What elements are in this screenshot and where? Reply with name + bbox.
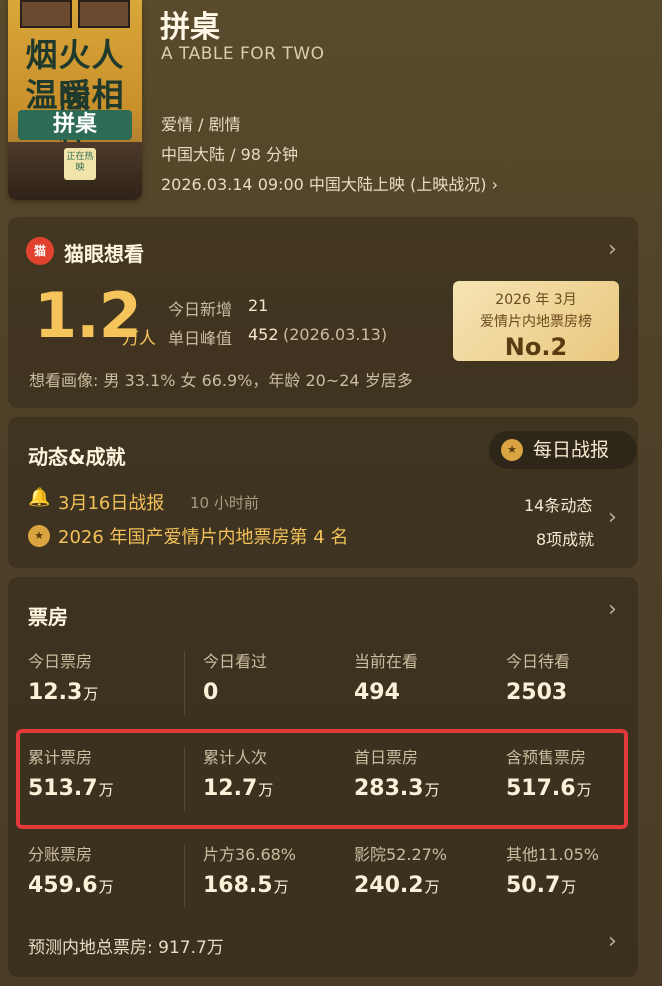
achievement-medal-icon: ★	[28, 525, 50, 547]
total-box-office-label: 累计票房	[28, 748, 93, 767]
column-divider	[184, 747, 185, 811]
first-day-box-office-value: 283.3万	[354, 776, 440, 801]
today-to-watch-value: 2503	[506, 680, 568, 705]
today-box-office-value: 12.3万	[28, 680, 99, 705]
movie-genres: 爱情 / 剧情	[161, 115, 241, 134]
poster-title-sign: 拼桌	[18, 110, 132, 140]
now-watching-label: 当前在看	[354, 652, 419, 671]
today-to-watch-label: 今日待看	[506, 652, 571, 671]
daily-report-item[interactable]: 3月16日战报	[58, 489, 164, 515]
today-watched-label: 今日看过	[203, 652, 268, 671]
movie-region-duration: 中国大陆 / 98 分钟	[161, 145, 299, 164]
movie-english-title: A TABLE FOR TWO	[161, 44, 325, 64]
daily-report-time: 10 小时前	[190, 494, 259, 512]
peak-label: 单日峰值	[168, 329, 233, 348]
now-watching-value: 494	[354, 680, 400, 705]
daily-report-label: 每日战报	[533, 439, 610, 461]
poster-thumbnail	[78, 0, 130, 28]
poster-tag: 正在热映	[64, 148, 96, 180]
chevron-right-icon[interactable]: ›	[608, 505, 617, 530]
split-box-office-label: 分账票房	[28, 845, 93, 864]
want-to-watch-card[interactable]: 猫 猫眼想看 › 1.2 万人 今日新增 21 单日峰值 452 (2026.0…	[8, 217, 638, 408]
cinema-share-value: 240.2万	[354, 873, 440, 898]
presale-box-office-value: 517.6万	[506, 776, 592, 801]
poster-thumbnail	[20, 0, 72, 28]
maoyan-cat-icon: 猫	[26, 237, 54, 265]
bell-icon: 🔔	[28, 487, 51, 508]
dynamics-count: 14条动态	[524, 496, 593, 515]
movie-poster[interactable]: 烟火人间 温暖相伴 拼桌 正在热映	[8, 0, 142, 200]
box-office-card[interactable]: 票房 › 今日票房 12.3万 今日看过 0 当前在看 494 今日待看 250…	[8, 577, 638, 977]
movie-release-link[interactable]: 2026.03.14 09:00 中国大陆上映 (上映战况) ›	[161, 171, 498, 195]
movie-title: 拼桌	[160, 10, 220, 45]
medal-icon: ★	[501, 439, 523, 461]
total-admissions-value: 12.7万	[203, 776, 274, 801]
forecast-total-box-office[interactable]: 预测内地总票房: 917.7万	[28, 933, 224, 958]
today-box-office-label: 今日票房	[28, 652, 93, 671]
other-share-value: 50.7万	[506, 873, 577, 898]
split-box-office-value: 459.6万	[28, 873, 114, 898]
achievements-count: 8项成就	[536, 530, 595, 549]
daily-report-button[interactable]: ★ 每日战报	[489, 431, 637, 469]
chevron-right-icon[interactable]: ›	[608, 597, 617, 622]
poster-thumbnails	[20, 0, 130, 28]
want-count-unit: 万人	[122, 329, 156, 349]
chevron-right-icon[interactable]: ›	[608, 237, 617, 262]
producer-share-value: 168.5万	[203, 873, 289, 898]
first-day-box-office-label: 首日票房	[354, 748, 419, 767]
rank-badge-period: 2026 年 3月	[495, 292, 577, 308]
dynamics-title: 动态&成就	[28, 445, 126, 469]
chevron-right-icon[interactable]: ›	[608, 929, 617, 954]
movie-release-text: 2026.03.14 09:00 中国大陆上映 (上映战况)	[161, 175, 487, 194]
today-new-value: 21	[248, 296, 269, 315]
rank-badge-category: 爱情片内地票房榜	[480, 314, 592, 330]
today-watched-value: 0	[203, 680, 219, 705]
total-box-office-value: 513.7万	[28, 776, 114, 801]
column-divider	[184, 651, 185, 715]
cinema-share-label: 影院52.27%	[354, 845, 448, 864]
rank-badge-value: No.2	[504, 333, 568, 361]
rank-badge[interactable]: 2026 年 3月 爱情片内地票房榜 No.2	[453, 281, 619, 361]
total-admissions-label: 累计人次	[203, 748, 268, 767]
peak-date: (2026.03.13)	[283, 325, 388, 344]
want-card-title: 猫眼想看	[64, 242, 144, 266]
achievement-item[interactable]: 2026 年国产爱情片内地票房第 4 名	[58, 523, 348, 549]
box-office-title: 票房	[28, 605, 68, 629]
other-share-label: 其他11.05%	[506, 845, 600, 864]
producer-share-label: 片方36.68%	[203, 845, 297, 864]
audience-portrait: 想看画像: 男 33.1% 女 66.9%，年龄 20~24 岁居多	[29, 371, 413, 390]
today-new-label: 今日新增	[168, 300, 233, 319]
dynamics-card[interactable]: 动态&成就 ★ 每日战报 🔔 3月16日战报 10 小时前 ★ 2026 年国产…	[8, 417, 638, 568]
peak-value: 452	[248, 325, 279, 344]
column-divider	[184, 844, 185, 908]
chevron-right-icon: ›	[491, 175, 498, 194]
presale-box-office-label: 含预售票房	[506, 748, 587, 767]
